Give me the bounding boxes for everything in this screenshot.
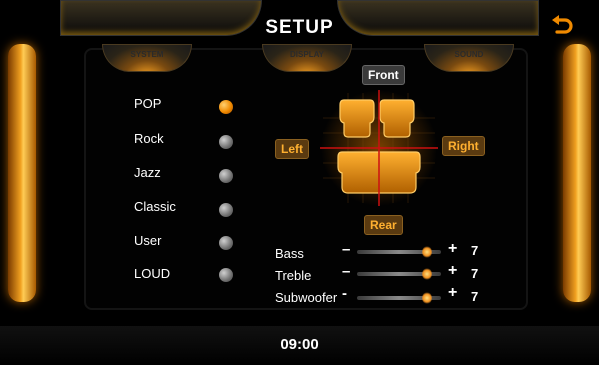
treble-increase-button[interactable]: + <box>448 262 457 280</box>
eq-mode-pop-label[interactable]: POP <box>134 96 161 111</box>
right-accent-bar <box>563 44 591 302</box>
subwoofer-label: Subwoofer <box>275 290 338 305</box>
treble-slider[interactable] <box>357 268 441 280</box>
subwoofer-increase-button[interactable]: + <box>448 284 457 302</box>
subwoofer-decrease-button[interactable]: - <box>342 285 347 302</box>
bass-value: 7 <box>471 243 479 258</box>
back-button[interactable] <box>548 12 576 38</box>
eq-mode-jazz-label[interactable]: Jazz <box>134 165 161 180</box>
subwoofer-slider-knob[interactable] <box>421 292 432 304</box>
treble-slider-knob[interactable] <box>421 268 432 280</box>
fader-front-button[interactable]: Front <box>362 65 405 85</box>
bass-label: Bass <box>275 246 304 261</box>
left-accent-bar <box>8 44 36 302</box>
treble-label: Treble <box>275 268 312 283</box>
eq-mode-jazz-radio[interactable] <box>219 169 233 183</box>
subwoofer-value: 7 <box>471 289 479 304</box>
clock: 09:00 <box>280 336 319 353</box>
treble-decrease-button[interactable]: – <box>342 263 350 280</box>
eq-mode-loud-label[interactable]: LOUD <box>134 266 170 281</box>
bass-decrease-button[interactable]: – <box>342 241 350 258</box>
seat-balance-map[interactable] <box>318 88 440 208</box>
back-arrow-icon <box>552 15 573 34</box>
fader-rear-button[interactable]: Rear <box>364 215 403 235</box>
eq-mode-loud-radio[interactable] <box>219 268 233 282</box>
subwoofer-slider[interactable] <box>357 292 441 304</box>
eq-mode-user-label[interactable]: User <box>134 233 161 248</box>
page-title: SETUP <box>265 17 334 38</box>
tab-sound[interactable]: SOUND <box>424 44 514 72</box>
eq-mode-pop-radio[interactable] <box>219 100 233 114</box>
eq-mode-classic-radio[interactable] <box>219 203 233 217</box>
bass-increase-button[interactable]: + <box>448 240 457 258</box>
bass-slider-knob[interactable] <box>421 246 432 258</box>
tab-display[interactable]: DISPLAY <box>262 44 352 72</box>
eq-mode-rock-label[interactable]: Rock <box>134 131 164 146</box>
tab-system[interactable]: SYSTEM <box>102 44 192 72</box>
setup-screen: SETUP SYSTEM DISPLAY SOUND POP Rock Jazz… <box>0 0 599 365</box>
eq-mode-user-radio[interactable] <box>219 236 233 250</box>
treble-value: 7 <box>471 266 479 281</box>
eq-mode-rock-radio[interactable] <box>219 135 233 149</box>
balance-right-button[interactable]: Right <box>442 136 485 156</box>
bass-slider[interactable] <box>357 246 441 258</box>
eq-mode-classic-label[interactable]: Classic <box>134 199 176 214</box>
balance-left-button[interactable]: Left <box>275 139 309 159</box>
